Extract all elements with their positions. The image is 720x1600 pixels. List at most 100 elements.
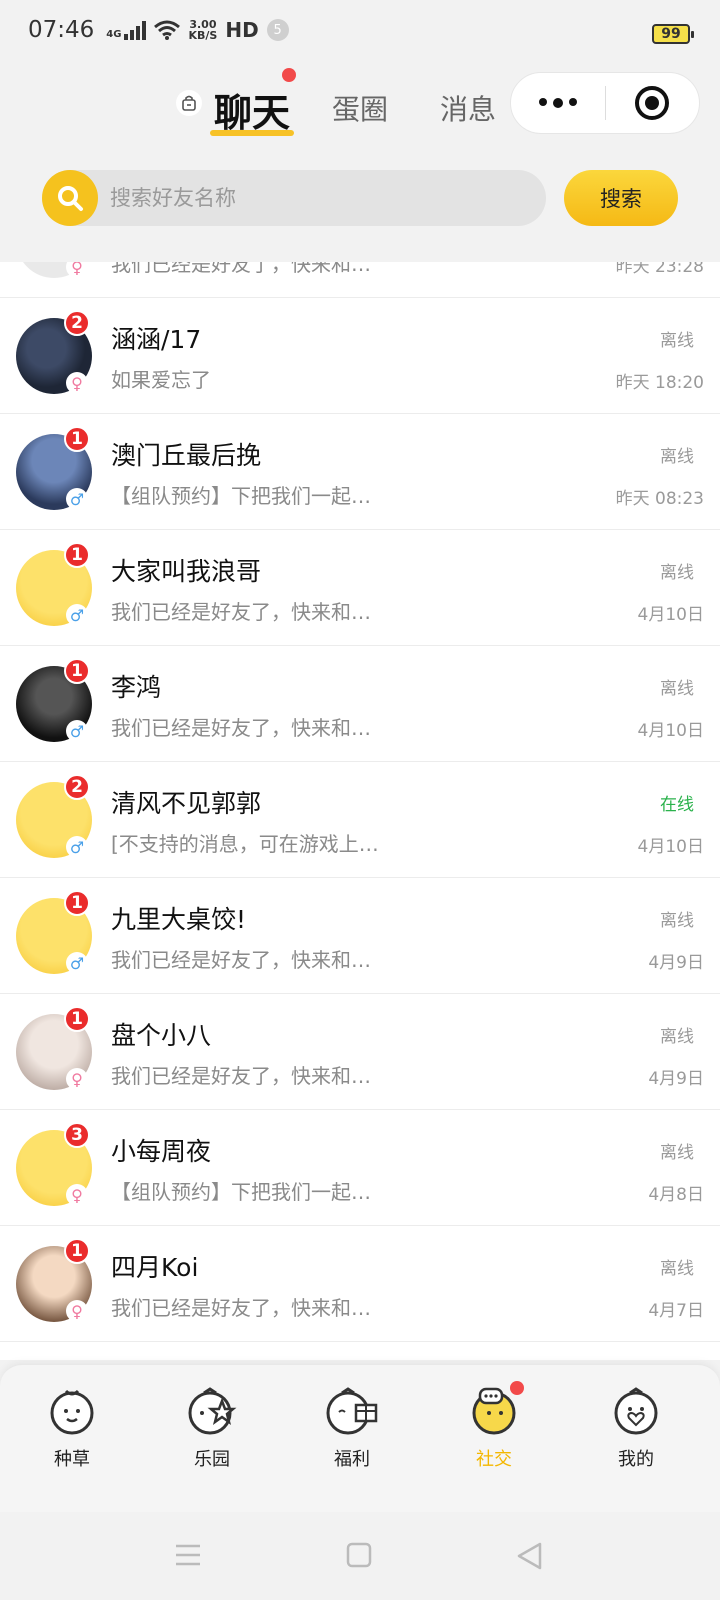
- online-status: 离线: [660, 447, 694, 467]
- online-status: 在线: [660, 795, 694, 815]
- nav-label: 社交: [476, 1449, 512, 1470]
- chat-preview: 如果爱忘了: [111, 368, 211, 392]
- nav-label: 乐园: [194, 1449, 230, 1470]
- chat-preview: 我们已经是好友了，快来和…: [111, 1064, 371, 1088]
- search-input[interactable]: [110, 170, 530, 226]
- chat-row[interactable]: 1 ♂ 九里大桌饺! 我们已经是好友了，快来和… 离线 4月9日: [0, 878, 720, 994]
- chat-time: 昨天 23:28: [615, 262, 704, 277]
- chat-preview: 【组队预约】下把我们一起…: [111, 1180, 371, 1204]
- nav-label: 我的: [618, 1449, 654, 1470]
- female-icon: ♀: [66, 1184, 88, 1206]
- unread-badge: 2: [64, 310, 90, 336]
- chat-row[interactable]: 1 ♂ 李鸿 我们已经是好友了，快来和… 离线 4月10日: [0, 646, 720, 762]
- nav-item-welfare[interactable]: 福利: [302, 1379, 402, 1471]
- chat-time: 昨天 18:20: [615, 373, 704, 393]
- net-speed: 3.00 KB/S: [188, 19, 217, 41]
- home-icon[interactable]: [346, 1542, 372, 1572]
- chat-row[interactable]: 1 ♂ 澳门丘最后挽 【组队预约】下把我们一起… 离线 昨天 08:23: [0, 414, 720, 530]
- search-button[interactable]: 搜索: [564, 170, 678, 226]
- menu-icon[interactable]: [174, 1542, 202, 1572]
- online-status: 离线: [660, 1259, 694, 1279]
- search-bar: [42, 170, 546, 226]
- online-status: 离线: [660, 1143, 694, 1163]
- notification-count: 5: [266, 19, 289, 41]
- search-icon: [42, 170, 98, 226]
- nav-item-me[interactable]: 我的: [586, 1379, 686, 1471]
- unread-badge: 1: [64, 658, 90, 684]
- chat-row[interactable]: 1 ♀ 盘个小八我们已经是好友了，快来和… 离线 4月9日: [0, 994, 720, 1110]
- chat-time: 昨天 08:23: [615, 489, 704, 509]
- chat-row[interactable]: 1 ♂ 大家叫我浪哥 我们已经是好友了，快来和… 离线 4月10日: [0, 530, 720, 646]
- network-type: 4G: [106, 29, 122, 40]
- bag-icon[interactable]: [176, 90, 202, 116]
- tab-messages[interactable]: 消息: [440, 88, 496, 128]
- chat-row[interactable]: 3 ♀ 小每周夜【组队预约】下把我们一起… 离线 4月8日: [0, 1110, 720, 1226]
- sprout-face-icon: [42, 1379, 102, 1439]
- unread-badge: 3: [64, 1122, 90, 1148]
- back-icon[interactable]: [516, 1542, 542, 1574]
- unread-badge: 1: [64, 1006, 90, 1032]
- chat-preview: [不支持的消息，可在游戏上…: [111, 832, 379, 856]
- chat-list[interactable]: 1♀没有啊你怎么我们已经是好友了，快来和…离线昨天 23:28 2 ♀ 涵涵/17 如果…: [0, 262, 720, 1360]
- chat-preview: 我们已经是好友了，快来和…: [111, 948, 371, 972]
- online-status: 离线: [660, 331, 694, 351]
- chat-name: 澳门丘最后挽: [111, 441, 262, 470]
- chat-name: 李鸿: [111, 673, 162, 702]
- nav-item-park[interactable]: 乐园: [162, 1379, 262, 1471]
- male-icon: ♂: [66, 836, 88, 858]
- battery-icon: 99: [652, 24, 694, 44]
- chat-name: 大家叫我浪哥: [111, 557, 262, 586]
- chat-name: 四月Koi: [111, 1253, 199, 1282]
- chat-row[interactable]: 1 ♀ 四月Koi 我们已经是好友了，快来和… 离线 4月7日: [0, 1226, 720, 1342]
- net-speed-unit: KB/S: [188, 29, 218, 42]
- chat-time: 4月7日: [648, 1301, 704, 1321]
- chat-row[interactable]: 2 ♂ 清风不见郭郭 [不支持的消息，可在游戏上… 在线 4月10日: [0, 762, 720, 878]
- online-status: 离线: [660, 679, 694, 699]
- chat-time: 4月10日: [637, 721, 704, 741]
- female-icon: ♀: [66, 372, 88, 394]
- signal-icon: [124, 20, 147, 40]
- chat-row[interactable]: 2 ♀ 涵涵/17 如果爱忘了 离线昨天 18:20: [0, 298, 720, 414]
- nav-label: 种草: [54, 1449, 90, 1470]
- miniapp-capsule: [510, 72, 700, 134]
- tab-chat[interactable]: 聊天: [214, 82, 290, 137]
- tab-chat-dot: [282, 68, 296, 82]
- chat-name: 涵涵/17: [111, 325, 202, 354]
- unread-badge: 1: [64, 890, 90, 916]
- chat-row[interactable]: 1♀没有啊你怎么我们已经是好友了，快来和…离线昨天 23:28: [0, 262, 720, 298]
- male-icon: ♂: [66, 952, 88, 974]
- tab-circle[interactable]: 蛋圈: [332, 88, 388, 128]
- chat-time: 4月8日: [648, 1185, 704, 1205]
- online-status: 离线: [660, 1027, 694, 1047]
- nav-social-dot: [510, 1381, 524, 1395]
- chat-name: 盘个小八: [111, 1021, 212, 1050]
- nav-item-social[interactable]: 社交: [444, 1379, 544, 1471]
- female-icon: ♀: [66, 1068, 88, 1090]
- chat-preview: 我们已经是好友了，快来和…: [111, 600, 371, 624]
- wifi-icon: [154, 20, 181, 40]
- bottom-nav: 种草 乐园 福利 社交 我的: [0, 1364, 720, 1512]
- more-icon[interactable]: [511, 98, 605, 108]
- male-icon: ♂: [66, 604, 88, 626]
- star-face-icon: [182, 1379, 242, 1439]
- female-icon: ♀: [66, 262, 88, 278]
- unread-badge: 2: [64, 774, 90, 800]
- nav-item-sprout[interactable]: 种草: [22, 1379, 122, 1471]
- chat-time: 4月9日: [648, 1069, 704, 1089]
- system-nav-bar: [0, 1512, 720, 1600]
- chat-name: 九里大桌饺!: [111, 905, 247, 934]
- header: 聊天 蛋圈 消息: [0, 60, 720, 150]
- unread-badge: 1: [64, 426, 90, 452]
- nav-label: 福利: [334, 1449, 370, 1470]
- hd-indicator: HD: [225, 18, 259, 42]
- chat-name: 小每周夜: [111, 1137, 212, 1166]
- tab-underline: [210, 130, 294, 136]
- chat-time: 4月10日: [637, 605, 704, 625]
- close-miniapp-icon[interactable]: [606, 86, 700, 120]
- battery-level: 99: [661, 26, 681, 42]
- chat-preview: 我们已经是好友了，快来和…: [111, 262, 371, 276]
- chat-time: 4月9日: [648, 953, 704, 973]
- gift-face-icon: [322, 1379, 382, 1439]
- male-icon: ♂: [66, 720, 88, 742]
- unread-badge: 1: [64, 542, 90, 568]
